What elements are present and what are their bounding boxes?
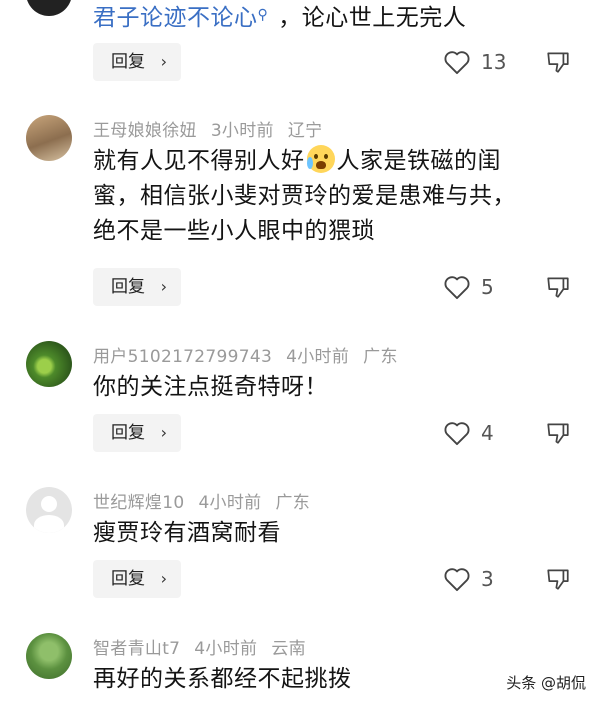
like-count: 13 [481, 50, 507, 74]
timestamp: 3小时前 [210, 121, 274, 141]
comment-meta: 王母娘娘徐妞 3小时前 辽宁 [93, 116, 336, 141]
highlight-link[interactable]: 君子论迹不论心 [93, 5, 258, 31]
comment-meta: 用户5102172799743 4小时前 广东 [93, 342, 412, 367]
username[interactable]: 用户5102172799743 [93, 347, 272, 367]
default-avatar-icon [41, 496, 57, 512]
comment-meta: 智者青山t7 4小时前 云南 [93, 634, 320, 659]
reply-button[interactable]: 回复 › [93, 268, 181, 306]
username[interactable]: 王母娘娘徐妞 [93, 121, 197, 141]
chevron-right-icon: › [160, 423, 167, 442]
reply-button[interactable]: 回复 › [93, 43, 181, 81]
username[interactable]: 智者青山t7 [93, 639, 180, 659]
avatar[interactable] [26, 633, 72, 679]
comment-3: 世纪辉煌10 4小时前 广东 瘦贾玲有酒窝耐看 回复 › 3 [0, 484, 600, 614]
heart-icon [444, 276, 470, 300]
chevron-right-icon: › [160, 277, 167, 296]
comment-text: 就有人见不得别人好 人家是铁磁的闺 蜜，相信张小斐对贾玲的爱是患难与共， 绝不是一… [93, 144, 583, 249]
heart-icon [444, 422, 470, 446]
comment-meta: 世纪辉煌10 4小时前 广东 [93, 488, 324, 513]
like-count: 4 [481, 421, 494, 445]
timestamp: 4小时前 [194, 639, 258, 659]
like-button[interactable]: 5 [443, 268, 494, 306]
comment-text: 你的关注点挺奇特呀！ [93, 374, 328, 400]
location: 广东 [275, 493, 311, 513]
like-count: 5 [481, 275, 494, 299]
chevron-right-icon: › [160, 569, 167, 588]
crying-emoji-icon [306, 145, 335, 173]
reply-button[interactable]: 回复 › [93, 560, 181, 598]
dislike-icon[interactable] [545, 566, 571, 592]
search-icon[interactable]: ⚲ [258, 7, 269, 23]
heart-icon [444, 568, 470, 592]
heart-icon [444, 51, 470, 75]
comment-1: 王母娘娘徐妞 3小时前 辽宁 就有人见不得别人好 人家是铁磁的闺 蜜，相信张小斐对贾玲… [0, 112, 600, 312]
comment-2: 用户5102172799743 4小时前 广东 你的关注点挺奇特呀！ 回复 › 4 [0, 338, 600, 468]
like-button[interactable]: 4 [443, 414, 494, 452]
avatar[interactable] [26, 341, 72, 387]
avatar[interactable] [26, 115, 72, 161]
watermark: 头条 @胡侃 [506, 674, 586, 692]
comment-text: 君子论迹不论心⚲ ，论心世上无完人 [93, 5, 467, 31]
like-count: 3 [481, 567, 494, 591]
timestamp: 4小时前 [286, 347, 350, 367]
chevron-right-icon: › [160, 52, 167, 71]
dislike-icon[interactable] [545, 420, 571, 446]
dislike-icon[interactable] [545, 274, 571, 300]
comment-text: 瘦贾玲有酒窝耐看 [93, 520, 281, 546]
location: 云南 [271, 639, 306, 659]
location: 广东 [363, 347, 398, 367]
username[interactable]: 世纪辉煌10 [93, 493, 184, 513]
dislike-icon[interactable] [545, 49, 571, 75]
timestamp: 4小时前 [198, 493, 262, 513]
avatar[interactable] [26, 487, 72, 533]
location: 辽宁 [287, 121, 323, 141]
like-button[interactable]: 3 [443, 560, 494, 598]
like-button[interactable]: 13 [443, 43, 506, 81]
reply-button[interactable]: 回复 › [93, 414, 181, 452]
avatar[interactable] [26, 0, 72, 16]
comment-0: 君子论迹不论心⚲ ，论心世上无完人 回复 › 13 [0, 0, 600, 100]
